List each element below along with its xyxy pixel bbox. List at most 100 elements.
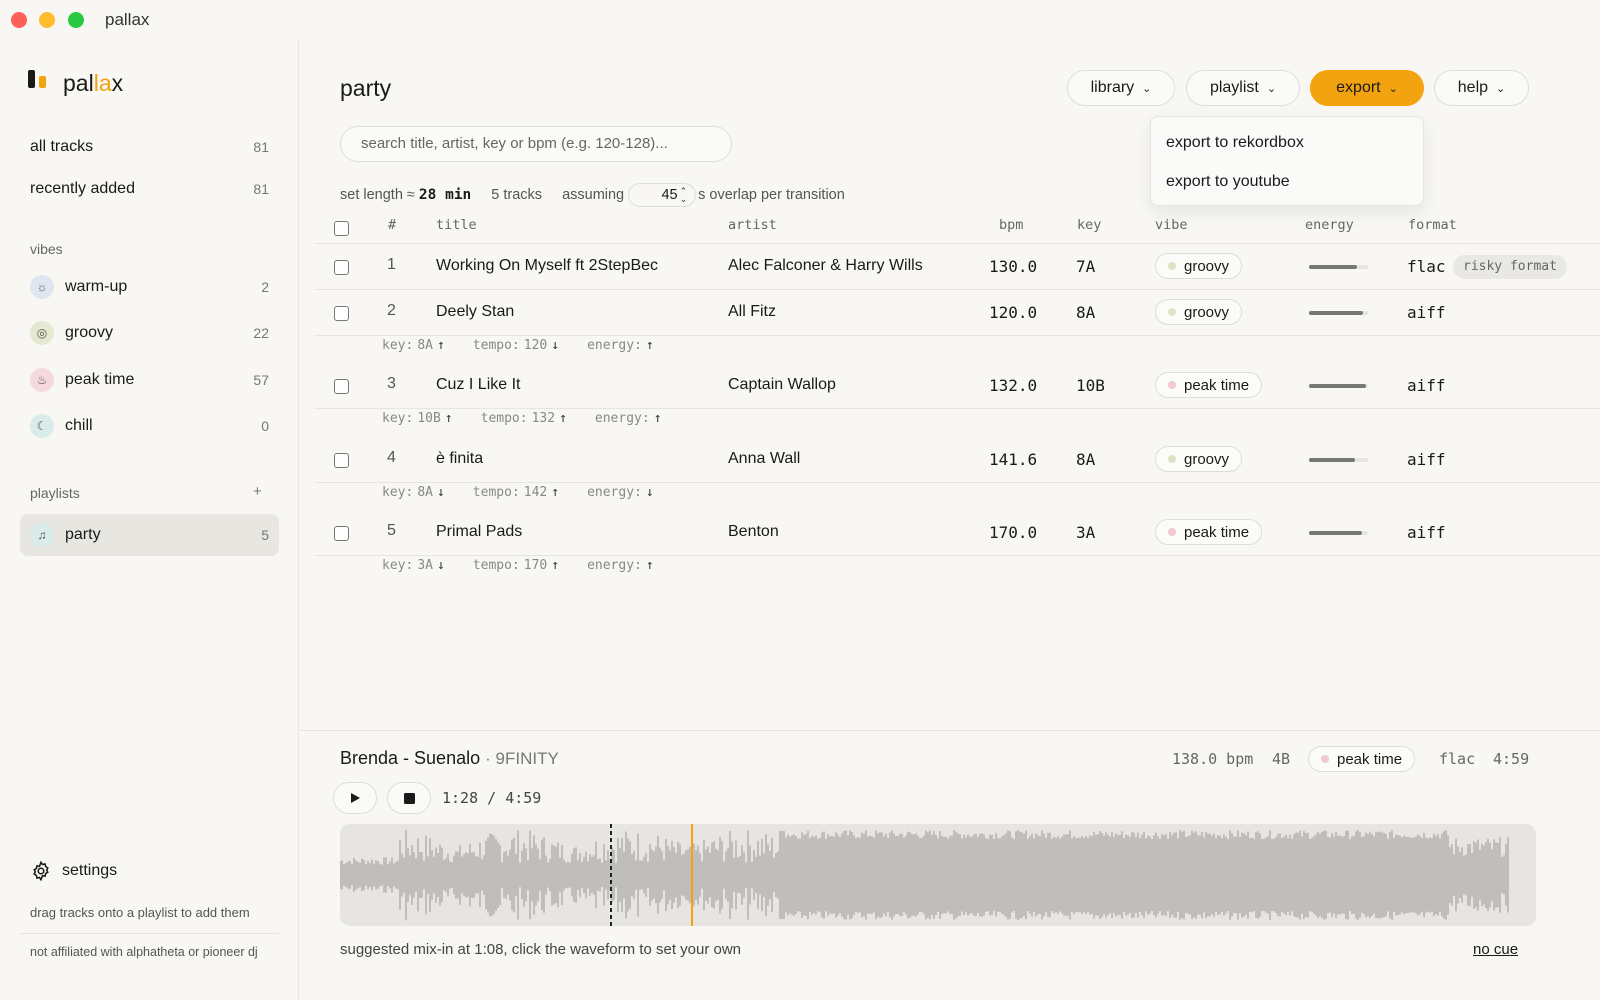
track-title: Primal Pads — [436, 523, 523, 540]
disclaimer: not affiliated with alphatheta or pionee… — [30, 945, 258, 959]
logo-mark — [28, 70, 46, 88]
set-summary: set length ≈ 28 min 5 tracks assuming 45… — [340, 183, 845, 207]
stepper-arrows-icon: ⌃ ⌄ — [679, 186, 688, 204]
sidebar-item-warm-up[interactable]: ☼ warm-up 2 — [20, 267, 279, 307]
chevron-down-icon: ⌄ — [1266, 82, 1277, 95]
vibe-badge[interactable]: peak time — [1155, 372, 1263, 398]
title-bar: pallax — [0, 0, 1600, 40]
overlap-stepper[interactable]: 45 ⌃ ⌄ — [628, 183, 697, 207]
track-bpm: 132.0 — [989, 376, 1038, 395]
minimize-window-button[interactable] — [39, 12, 55, 28]
sun-icon: ☼ — [30, 275, 54, 299]
groove-icon: ◎ — [30, 321, 54, 345]
vibe-badge[interactable]: groovy — [1155, 299, 1243, 325]
energy-bar — [1309, 531, 1368, 535]
select-all-checkbox[interactable] — [334, 221, 349, 236]
track-artist: Alec Falconer & Harry Wills — [728, 257, 923, 274]
track-key: 7A — [1076, 257, 1096, 276]
play-button[interactable] — [333, 782, 377, 814]
table-header: # title artist bpm key vibe energy forma… — [314, 214, 1600, 244]
transition-info: key: 8A ↓ tempo: 142 ↑ energy: ↓ — [382, 485, 654, 500]
vibe-badge[interactable]: groovy — [1155, 446, 1243, 472]
row-checkbox[interactable] — [334, 306, 349, 321]
gear-icon — [33, 860, 49, 882]
sidebar-item-recently-added[interactable]: recently added 81 — [20, 169, 279, 209]
now-playing-vibe: peak time — [1308, 746, 1416, 772]
sidebar-item-groovy[interactable]: ◎ groovy 22 — [20, 313, 279, 353]
vibe-badge[interactable]: peak time — [1155, 519, 1263, 545]
energy-bar — [1309, 311, 1368, 315]
vibe-badge[interactable]: groovy — [1155, 253, 1243, 279]
track-format: aiff — [1407, 450, 1446, 469]
table-row[interactable]: 1 Working On Myself ft 2StepBec Alec Falco… — [314, 244, 1600, 290]
row-checkbox[interactable] — [334, 379, 349, 394]
track-title: Deely Stan — [436, 303, 515, 320]
track-artist: Benton — [728, 523, 779, 540]
sidebar-item-all-tracks[interactable]: all tracks 81 — [20, 127, 279, 167]
track-title: Working On Myself ft 2StepBec — [436, 257, 659, 274]
track-key: 3A — [1076, 523, 1096, 542]
page-title: party — [340, 75, 392, 101]
waveform-svg — [340, 824, 1509, 926]
library-menu-button[interactable]: library ⌄ — [1067, 70, 1175, 106]
menu-item-export-youtube[interactable]: export to youtube — [1151, 162, 1423, 201]
now-playing-key: 4B — [1272, 750, 1291, 768]
track-bpm: 130.0 — [989, 257, 1038, 276]
now-playing-duration: 4:59 — [1493, 750, 1530, 768]
bell-icon: ♫ — [30, 523, 54, 547]
close-window-button[interactable] — [11, 12, 27, 28]
table-row[interactable]: 4 è finita Anna Wall 141.6 8A groovy aiff — [314, 437, 1600, 483]
waveform[interactable] — [340, 824, 1536, 926]
track-number: 3 — [387, 375, 396, 392]
playlists-header: playlists — [30, 485, 80, 501]
help-menu-button[interactable]: help ⌄ — [1434, 70, 1529, 106]
track-title: è finita — [436, 450, 484, 467]
play-icon — [351, 793, 360, 803]
track-number: 1 — [387, 256, 396, 273]
now-playing-title: Brenda - Suenalo · 9FINITY — [340, 748, 559, 768]
settings-button[interactable]: settings — [30, 860, 117, 882]
track-bpm: 170.0 — [989, 523, 1038, 542]
track-bpm: 141.6 — [989, 450, 1038, 469]
transition-info: key: 10B ↑ tempo: 132 ↑ energy: ↑ — [382, 411, 662, 426]
track-key: 8A — [1076, 450, 1096, 469]
track-key: 10B — [1076, 376, 1105, 395]
track-bpm: 120.0 — [989, 303, 1038, 322]
add-playlist-button[interactable]: + — [253, 483, 262, 500]
track-artist: Captain Wallop — [728, 376, 836, 393]
chevron-down-icon: ⌄ — [1388, 82, 1398, 95]
row-checkbox[interactable] — [334, 453, 349, 468]
track-key: 8A — [1076, 303, 1096, 322]
stop-button[interactable] — [387, 782, 431, 814]
sidebar-item-party[interactable]: ♫ party 5 — [20, 514, 279, 556]
mix-in-hint: suggested mix-in at 1:08, click the wave… — [340, 941, 742, 958]
track-artist: All Fitz — [728, 303, 776, 320]
track-artist: Anna Wall — [728, 450, 801, 467]
playlist-menu-button[interactable]: playlist ⌄ — [1186, 70, 1300, 106]
track-title: Cuz I Like It — [436, 376, 521, 393]
window-title: pallax — [105, 10, 150, 29]
sidebar-item-chill[interactable]: ☾ chill 0 — [20, 406, 279, 446]
sidebar-item-peak-time[interactable]: ♨ peak time 57 — [20, 360, 279, 400]
flame-icon: ♨ — [30, 368, 54, 392]
export-menu-button[interactable]: export ⌄ — [1310, 70, 1424, 106]
table-row[interactable]: 3 Cuz I Like It Captain Wallop 132.0 10B peak… — [314, 363, 1600, 409]
track-format: aiff — [1407, 303, 1446, 322]
search-input[interactable]: search title, artist, key or bpm (e.g. 1… — [340, 126, 732, 162]
now-playing-panel: Brenda - Suenalo · 9FINITY 138.0 bpm 4B … — [300, 730, 1600, 1000]
table-row[interactable]: 5 Primal Pads Benton 170.0 3A peak time aiff — [314, 510, 1600, 556]
maximize-window-button[interactable] — [68, 12, 84, 28]
track-format: aiff — [1407, 523, 1446, 542]
energy-bar — [1309, 458, 1368, 462]
sidebar-divider — [20, 933, 279, 934]
no-cue-button[interactable]: no cue — [1473, 941, 1518, 958]
playback-time: 1:28 / 4:59 — [442, 789, 542, 807]
track-number: 2 — [387, 302, 396, 319]
track-number: 4 — [387, 449, 396, 466]
table-row[interactable]: 2 Deely Stan All Fitz 120.0 8A groovy aiff — [314, 290, 1600, 336]
menu-item-export-rekordbox[interactable]: export to rekordbox — [1151, 123, 1423, 162]
row-checkbox[interactable] — [334, 526, 349, 541]
sidebar: pallax all tracks 81 recently added 81 v… — [0, 40, 299, 1000]
row-checkbox[interactable] — [334, 260, 349, 275]
track-format: aiff — [1407, 376, 1446, 395]
